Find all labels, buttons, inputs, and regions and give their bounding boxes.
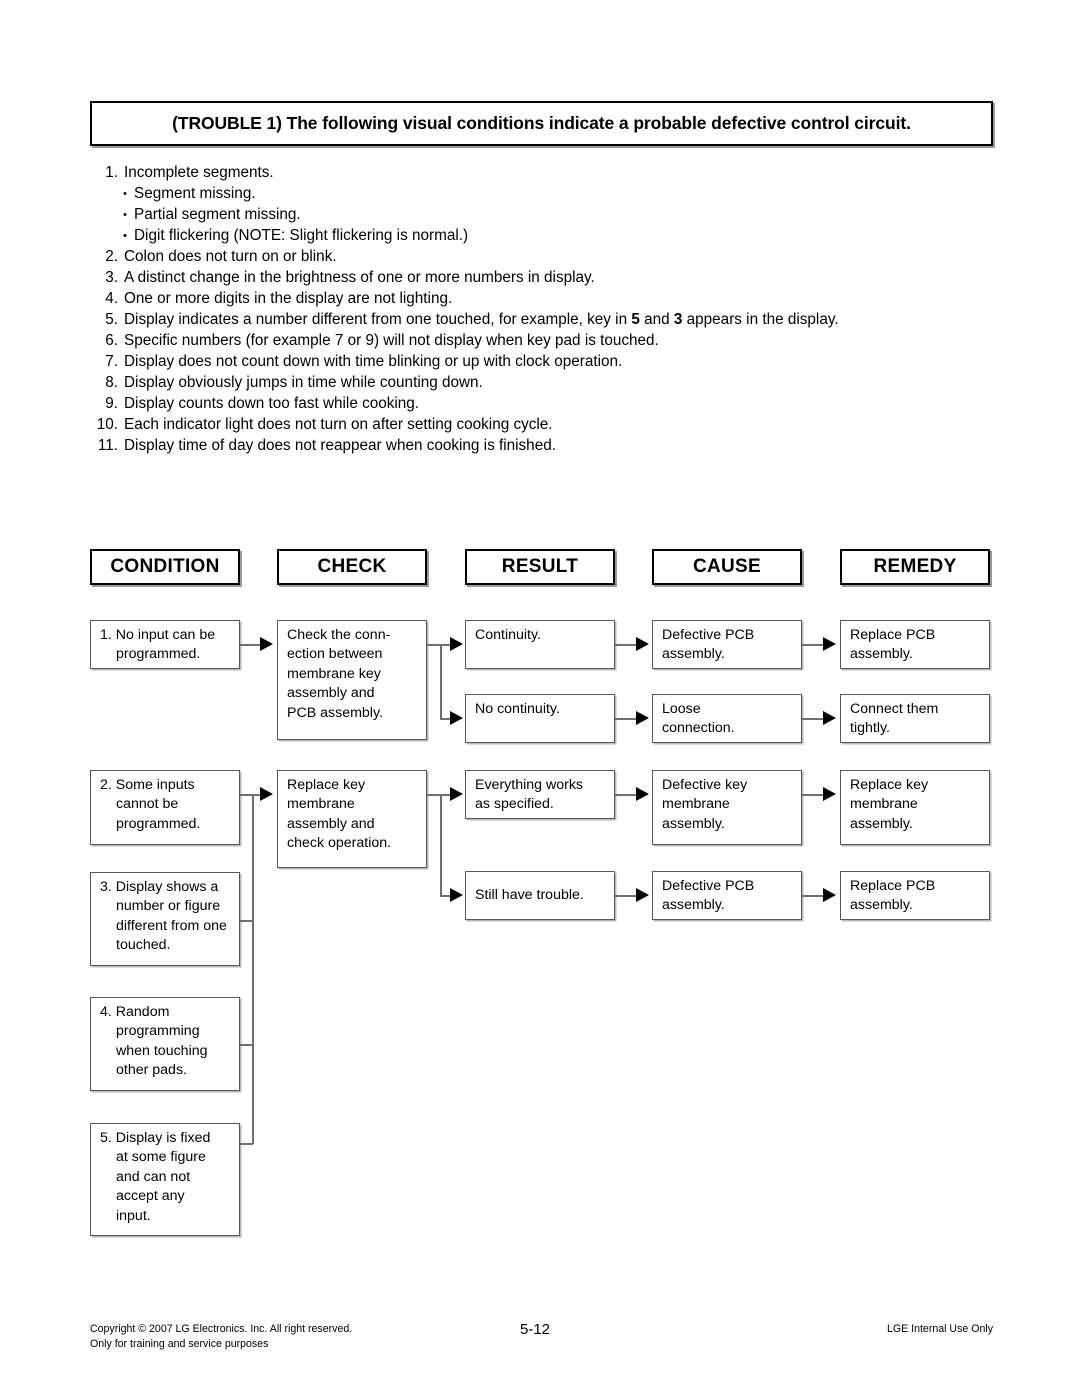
- copyright-notice: Copyright © 2007 LG Electronics. Inc. Al…: [90, 1323, 353, 1350]
- condition-box-5: 5. Display is fixed at some figure and c…: [90, 1123, 240, 1236]
- connector-line: [240, 1044, 253, 1046]
- arrow-icon: [823, 711, 836, 725]
- connector-line: [427, 644, 441, 646]
- column-header-result: RESULT: [465, 549, 615, 585]
- cause-box-1: Defective PCB assembly.: [652, 620, 802, 669]
- remedy-box-4: Replace PCB assembly.: [840, 871, 990, 920]
- condition-box-1: 1. No input can be programmed.: [90, 620, 240, 669]
- arrow-icon: [260, 637, 273, 651]
- arrow-icon: [450, 637, 463, 651]
- check-box-1: Check the conn- ection between membrane …: [277, 620, 427, 740]
- arrow-icon: [260, 787, 273, 801]
- result-box-2: No continuity.: [465, 694, 615, 743]
- cause-box-3: Defective key membrane assembly.: [652, 770, 802, 845]
- connector-line: [427, 794, 441, 796]
- page-footer: Copyright © 2007 LG Electronics. Inc. Al…: [90, 1322, 993, 1368]
- condition-box-4: 4. Random programming when touching othe…: [90, 997, 240, 1091]
- arrow-icon: [636, 787, 649, 801]
- cause-box-2: Loose connection.: [652, 694, 802, 743]
- connector-line: [240, 920, 253, 922]
- connector-line: [440, 644, 442, 719]
- arrow-icon: [636, 637, 649, 651]
- result-box-1: Continuity.: [465, 620, 615, 669]
- check-box-2: Replace key membrane assembly and check …: [277, 770, 427, 868]
- column-header-remedy: REMEDY: [840, 549, 990, 585]
- arrow-icon: [450, 787, 463, 801]
- column-header-condition: CONDITION: [90, 549, 240, 585]
- remedy-box-3: Replace key membrane assembly.: [840, 770, 990, 845]
- arrow-icon: [823, 637, 836, 651]
- page-number: 5-12: [520, 1321, 551, 1338]
- internal-use-notice: LGE Internal Use Only: [887, 1323, 993, 1335]
- column-header-cause: CAUSE: [652, 549, 802, 585]
- remedy-box-2: Connect them tightly.: [840, 694, 990, 743]
- connector-bus-line: [252, 794, 254, 1144]
- connector-line: [440, 794, 442, 896]
- condition-box-2: 2. Some inputs cannot be programmed.: [90, 770, 240, 845]
- troubleshooting-flowchart: CONDITION CHECK RESULT CAUSE REMEDY 1. N…: [0, 0, 1080, 1399]
- condition-box-3: 3. Display shows a number or figure diff…: [90, 872, 240, 966]
- remedy-box-1: Replace PCB assembly.: [840, 620, 990, 669]
- arrow-icon: [450, 711, 463, 725]
- arrow-icon: [636, 711, 649, 725]
- column-header-check: CHECK: [277, 549, 427, 585]
- document-page: (TROUBLE 1) The following visual conditi…: [0, 0, 1080, 1399]
- result-box-4: Still have trouble.: [465, 871, 615, 920]
- arrow-icon: [450, 888, 463, 902]
- connector-line: [240, 1143, 253, 1145]
- arrow-icon: [823, 888, 836, 902]
- cause-box-4: Defective PCB assembly.: [652, 871, 802, 920]
- arrow-icon: [823, 787, 836, 801]
- result-box-3: Everything works as specified.: [465, 770, 615, 819]
- arrow-icon: [636, 888, 649, 902]
